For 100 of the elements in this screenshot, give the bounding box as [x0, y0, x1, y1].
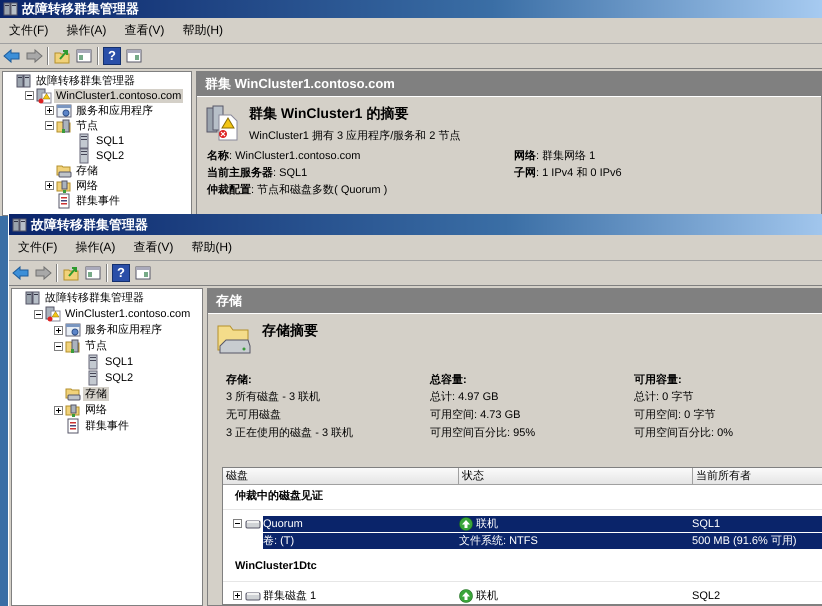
column-header[interactable]: 当前所有者 [693, 468, 822, 484]
forward-arrow-icon[interactable] [25, 47, 43, 65]
expand-toggle[interactable] [54, 406, 63, 414]
summary-heading: 可用容量: [634, 372, 683, 387]
table-cell-text: 联机 [476, 517, 498, 531]
collapse-toggle[interactable] [233, 519, 242, 528]
tree-item[interactable]: SQL1 [103, 355, 136, 369]
event-log-icon [65, 418, 81, 434]
server-folder-icon [65, 338, 81, 354]
menu-item[interactable]: 文件(F) [18, 239, 58, 256]
show-actions-icon[interactable] [134, 264, 152, 282]
summary-title: 群集 WinCluster1 的摘要 [249, 105, 410, 123]
tree-item[interactable]: SQL1 [94, 134, 126, 148]
window-title: 故障转移群集管理器 [31, 216, 148, 234]
summary-heading: 总容量: [430, 372, 468, 387]
table-cell-text: SQL2 [692, 590, 722, 602]
table-cell-text: 文件系统: NTFS [459, 534, 539, 548]
help-button[interactable]: ? [112, 264, 130, 282]
table-row[interactable]: 群集磁盘 1 联机 SQL2 [263, 588, 822, 604]
tree-item[interactable]: 节点 [83, 339, 109, 353]
server-folder-icon [56, 118, 72, 134]
menu-item[interactable]: 帮助(H) [191, 239, 232, 256]
collapse-toggle[interactable] [34, 310, 43, 318]
summary-line: 可用空间: 0 字节 [634, 408, 716, 423]
table-cell-text: Quorum [263, 518, 304, 530]
tree-item[interactable]: SQL2 [103, 371, 136, 385]
menu-item[interactable]: 帮助(H) [182, 22, 223, 39]
tree-item[interactable]: 故障转移群集管理器 [34, 74, 137, 88]
expand-toggle[interactable] [45, 181, 54, 190]
summary-field: 当前主服务器: SQL1 [207, 166, 514, 180]
collapse-toggle[interactable] [54, 342, 63, 350]
status-up-icon [459, 516, 473, 530]
pane-header: 存储 [208, 289, 822, 313]
tree-item[interactable]: 群集事件 [74, 194, 122, 208]
back-arrow-icon[interactable] [12, 264, 30, 282]
tree-item[interactable]: 存储 [83, 387, 109, 401]
summary-field: 名称: WinCluster1.contoso.com [207, 149, 514, 163]
tree-item[interactable]: 节点 [74, 118, 100, 132]
back-arrow-icon[interactable] [3, 47, 21, 65]
table-cell-text: SQL1 [692, 518, 722, 530]
summary-line: 可用空间百分比: 95% [430, 426, 536, 441]
menu-item[interactable]: 查看(V) [124, 22, 164, 39]
show-tree-icon[interactable] [84, 264, 102, 282]
summary-line: 无可用磁盘 [226, 408, 282, 423]
disk-drive-icon [245, 590, 261, 602]
collapse-toggle[interactable] [25, 91, 34, 100]
servers-icon [12, 216, 28, 232]
show-actions-icon[interactable] [125, 47, 143, 65]
expand-toggle[interactable] [233, 591, 242, 600]
group-title: 仲裁中的磁盘见证 [223, 485, 822, 510]
tree-item[interactable]: 存储 [74, 164, 100, 178]
folder-drive-icon [56, 162, 72, 178]
table-row[interactable]: Quorum 联机 SQL1 [263, 516, 822, 532]
network-folder-icon [56, 178, 72, 194]
menu-item[interactable]: 操作(A) [66, 22, 106, 39]
menu-item[interactable]: 操作(A) [75, 239, 116, 256]
window-title: 故障转移群集管理器 [22, 0, 139, 18]
summary-line: 可用空间: 4.73 GB [430, 408, 522, 423]
tree-item[interactable]: WinCluster1.contoso.com [54, 88, 184, 102]
tree-item[interactable]: WinCluster1.contoso.com [63, 307, 192, 321]
disk-drive-icon [245, 518, 261, 530]
tree-item[interactable]: 故障转移群集管理器 [43, 291, 146, 305]
summary-heading: 存储: [226, 372, 253, 387]
summary-field: 子网: 1 IPv4 和 0 IPv6 [514, 166, 821, 180]
tree-item[interactable]: 网络 [83, 403, 109, 417]
summary-field: 网络: 群集网络 1 [514, 149, 821, 163]
menu-item[interactable]: 文件(F) [9, 22, 48, 39]
pane-header: 群集 WinCluster1.contoso.com [197, 72, 821, 96]
table-cell-text: 500 MB (91.6% 可用) [692, 534, 798, 548]
table-cell-text: 群集磁盘 1 [263, 589, 318, 603]
column-header[interactable]: 磁盘 [223, 468, 459, 484]
summary-line: 总计: 4.97 GB [430, 390, 500, 405]
group-title: WinCluster1Dtc [223, 557, 822, 582]
help-button[interactable]: ? [103, 47, 121, 65]
tree-item[interactable]: 网络 [74, 178, 100, 192]
table-cell-text: 联机 [476, 589, 498, 603]
tree-item[interactable]: SQL2 [94, 148, 126, 162]
menu-item[interactable]: 查看(V) [133, 239, 174, 256]
window-gear-icon [65, 322, 81, 338]
column-header[interactable]: 状态 [459, 468, 693, 484]
summary-line: 3 所有磁盘 - 3 联机 [226, 390, 322, 405]
expand-toggle[interactable] [54, 326, 63, 334]
status-up-icon [459, 588, 473, 602]
cluster-warning-icon [45, 306, 61, 322]
summary-line: 3 正在使用的磁盘 - 3 联机 [226, 426, 354, 441]
tree-item[interactable]: 服务和应用程序 [74, 104, 155, 118]
expand-toggle[interactable] [45, 106, 54, 115]
collapse-toggle[interactable] [45, 121, 54, 130]
summary-title: 存储摘要 [262, 322, 318, 340]
folder-drive-icon [65, 386, 81, 402]
cluster-warning-icon [36, 88, 52, 104]
tree-item[interactable]: 群集事件 [83, 419, 131, 433]
network-folder-icon [65, 402, 81, 418]
tree-item[interactable]: 服务和应用程序 [83, 323, 164, 337]
summary-line: 可用空间百分比: 0% [634, 426, 734, 441]
forward-arrow-icon[interactable] [34, 264, 52, 282]
summary-subtitle: WinCluster1 拥有 3 应用程序/服务和 2 节点 [249, 128, 460, 143]
table-row[interactable]: 卷: (T) 文件系统: NTFS 500 MB (91.6% 可用) [263, 532, 822, 548]
show-tree-icon[interactable] [75, 47, 93, 65]
event-log-icon [56, 192, 72, 208]
